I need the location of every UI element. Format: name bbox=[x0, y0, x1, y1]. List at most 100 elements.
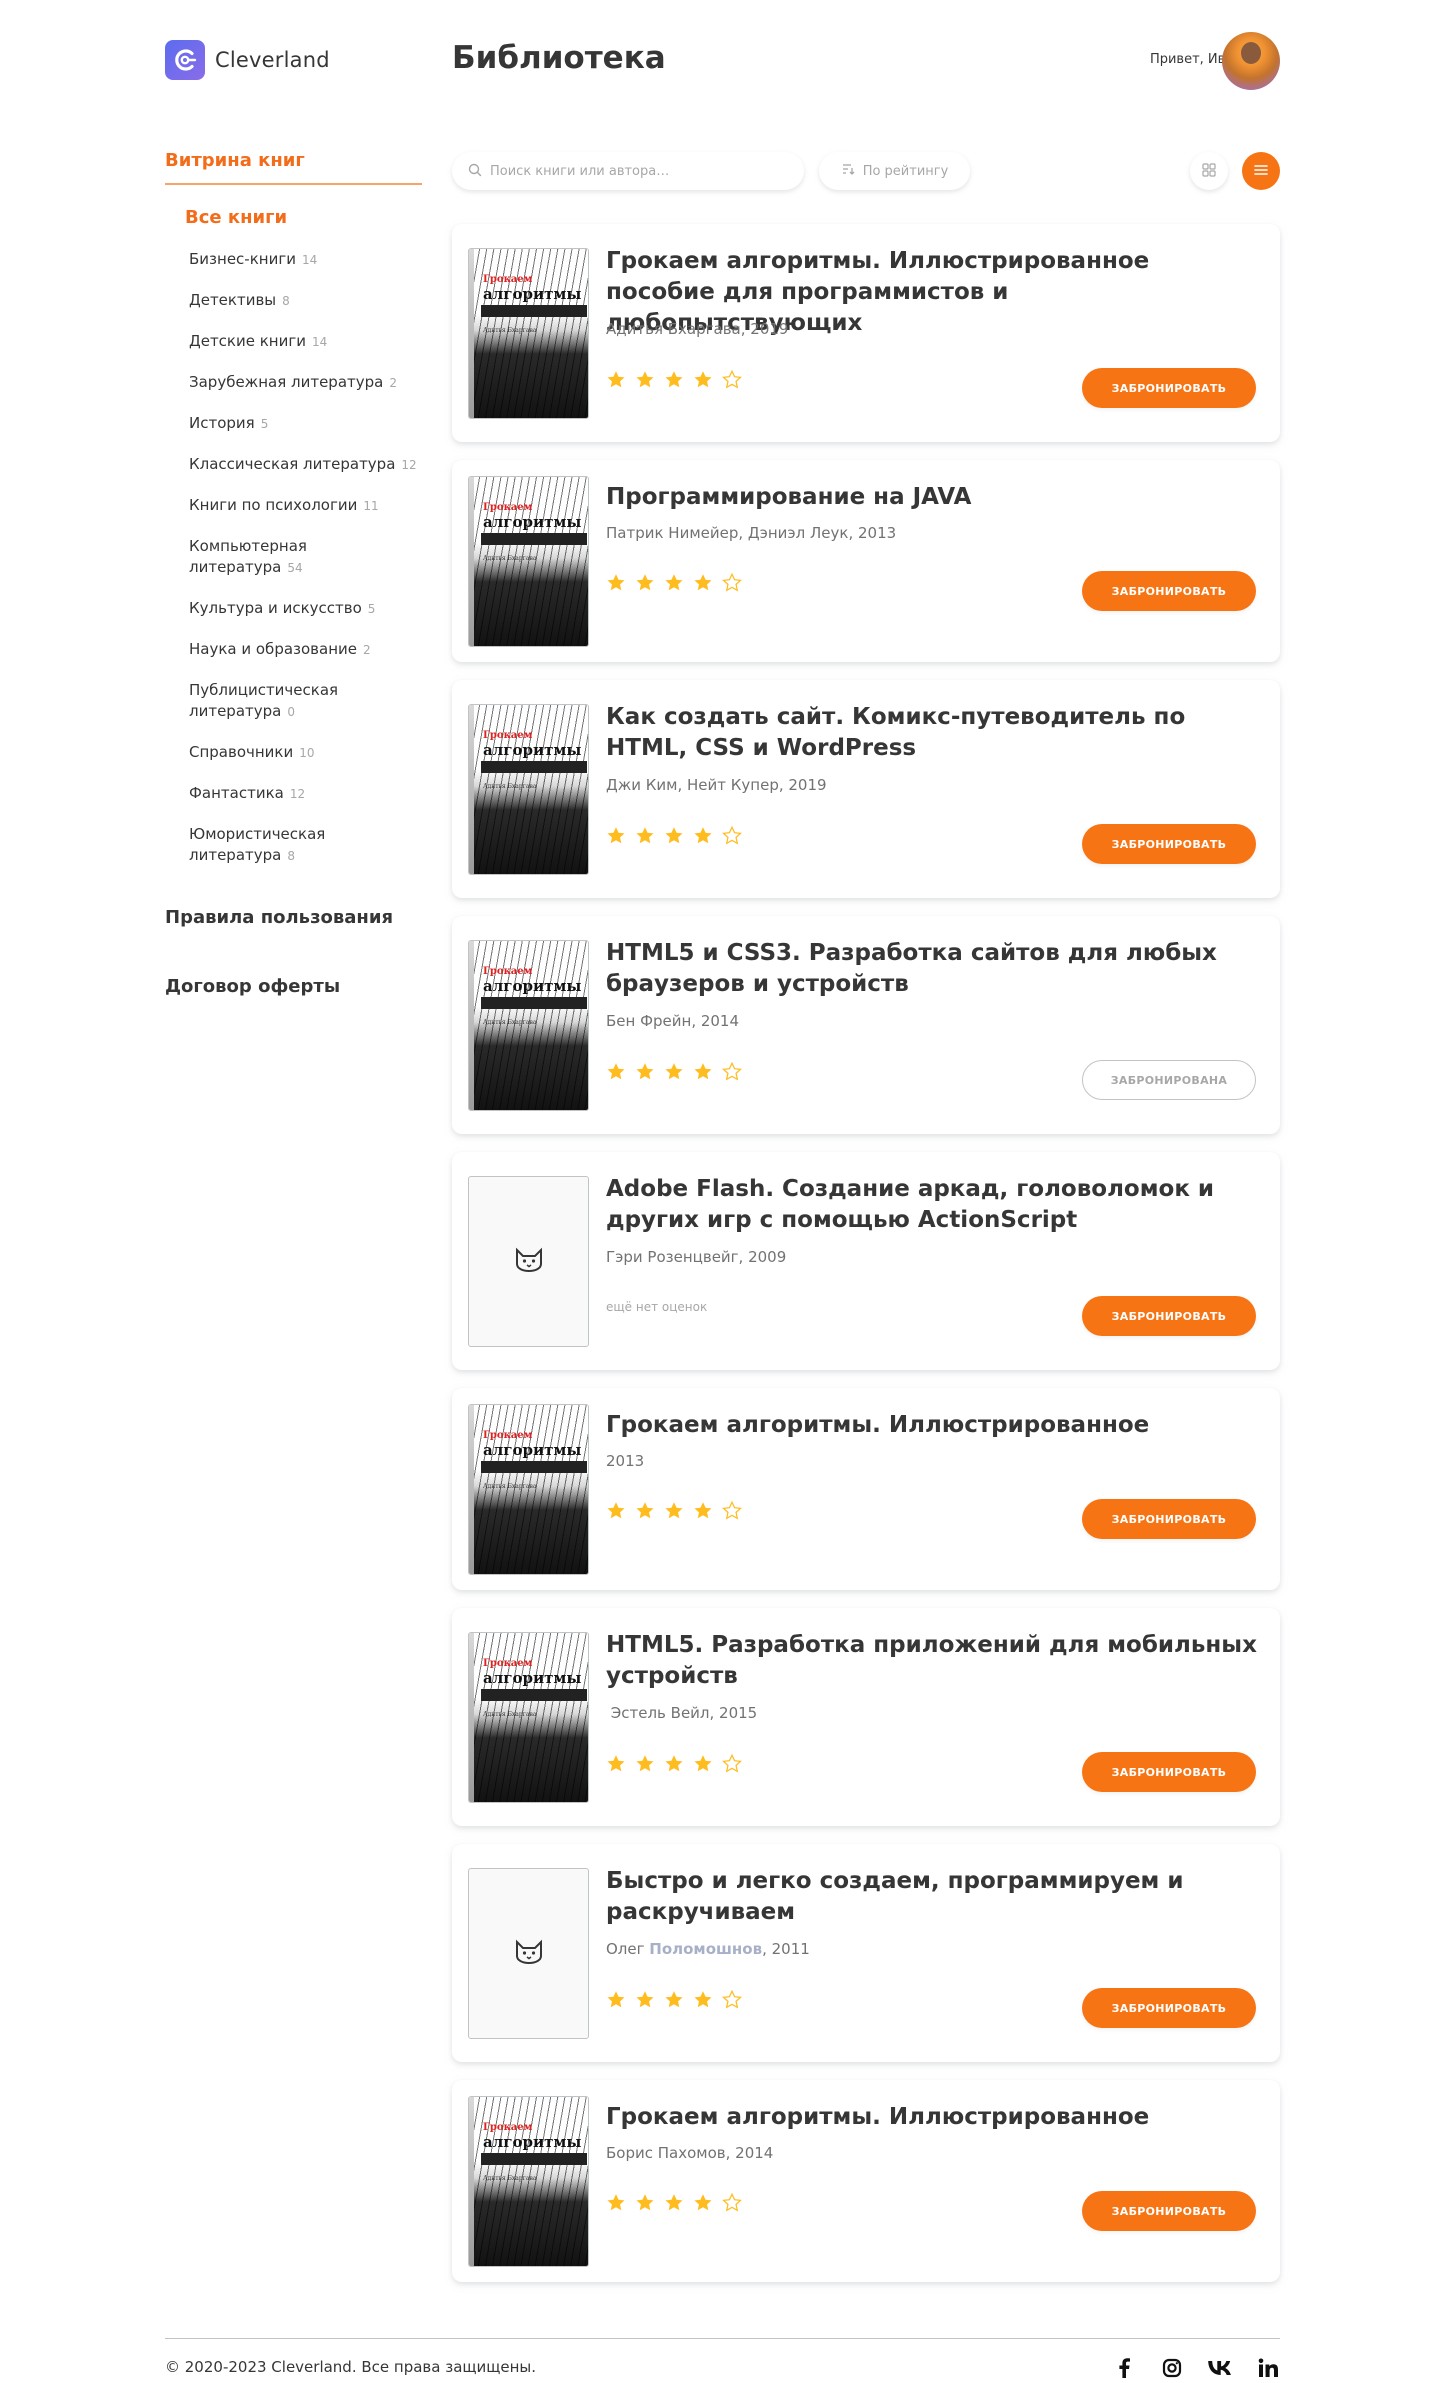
book-title: Программирование на JAVA bbox=[606, 484, 972, 510]
sort-rating-button[interactable]: По рейтингу bbox=[819, 152, 970, 190]
star-empty-icon bbox=[722, 1061, 742, 1085]
star-filled-icon bbox=[606, 1754, 626, 1777]
book-cover-image: Грокаем алгоритмы Адитья Бхаргава bbox=[468, 1404, 589, 1575]
book-reserve-button[interactable]: Забронировать bbox=[1082, 1296, 1256, 1336]
sidebar-category-item[interactable]: Зарубежная литература 2 bbox=[189, 372, 422, 394]
book-reserve-button[interactable]: Забронировать bbox=[1082, 2191, 1256, 2231]
star-filled-icon bbox=[693, 1754, 713, 1777]
vk-icon[interactable] bbox=[1208, 2356, 1232, 2380]
linkedin-icon[interactable] bbox=[1256, 2356, 1280, 2380]
category-label: Наука и образование bbox=[189, 640, 357, 658]
sort-label: По рейтингу bbox=[862, 163, 949, 179]
category-label: Публицистическая литература bbox=[189, 681, 339, 720]
book-cover-image: Грокаем алгоритмы Адитья Бхаргава bbox=[468, 1632, 589, 1803]
category-label: Фантастика bbox=[189, 784, 284, 802]
page-title: Библиотека bbox=[452, 40, 666, 76]
category-count: 12 bbox=[289, 787, 306, 801]
book-card[interactable]: Грокаем алгоритмы Адитья Бхаргава Как созда… bbox=[452, 680, 1280, 898]
logo-text: Cleverland bbox=[215, 48, 330, 72]
category-count: 2 bbox=[389, 376, 397, 390]
sidebar-item-offer[interactable]: Договор оферты bbox=[165, 976, 422, 997]
star-filled-icon bbox=[664, 826, 684, 849]
category-label: Зарубежная литература bbox=[189, 373, 384, 391]
book-title: HTML5 и CSS3. Разработка сайтов для любы… bbox=[606, 940, 1217, 997]
book-cover-placeholder bbox=[468, 1868, 589, 2039]
facebook-icon[interactable] bbox=[1112, 2356, 1136, 2380]
category-count: 0 bbox=[287, 705, 295, 719]
book-card[interactable]: Adobe Flash. Создание аркад, головоломок… bbox=[452, 1152, 1280, 1370]
category-label: Юмористическая литература bbox=[189, 825, 326, 864]
instagram-icon[interactable] bbox=[1160, 2356, 1184, 2380]
book-card[interactable]: Грокаем алгоритмы Адитья Бхаргава HTML5. Ра… bbox=[452, 1608, 1280, 1826]
book-title: HTML5. Разработка приложений для мобильн… bbox=[606, 1632, 1257, 1689]
book-title: Грокаем алгоритмы. Иллюстрированное bbox=[606, 1412, 1150, 1438]
star-filled-icon bbox=[606, 1990, 626, 2013]
book-author: Эстель Вейл, 2015 bbox=[606, 1704, 758, 1722]
sidebar-item-all-books[interactable]: Все книги bbox=[185, 207, 422, 228]
star-filled-icon bbox=[693, 2193, 713, 2216]
sidebar-category-item[interactable]: Классическая литература 12 bbox=[189, 454, 422, 476]
search-icon bbox=[468, 162, 482, 181]
book-reserve-button[interactable]: Забронировать bbox=[1082, 368, 1256, 408]
star-empty-icon bbox=[722, 1753, 742, 1777]
sidebar-item-rules[interactable]: Правила пользования bbox=[165, 907, 422, 928]
sidebar-category-item[interactable]: Компьютерная литература 54 bbox=[189, 536, 422, 579]
view-tile-button[interactable] bbox=[1190, 152, 1228, 190]
book-author: Олег Поломошнов, 2011 bbox=[606, 1940, 810, 1958]
sidebar-category-item[interactable]: Юмористическая литература 8 bbox=[189, 824, 369, 867]
book-card[interactable]: Грокаем алгоритмы Адитья Бхаргава HTML5 и C… bbox=[452, 916, 1280, 1134]
book-card[interactable]: Грокаем алгоритмы Адитья Бхаргава Программи… bbox=[452, 460, 1280, 662]
view-list-button[interactable] bbox=[1242, 152, 1280, 190]
logo[interactable]: Cleverland bbox=[165, 40, 330, 80]
book-rating bbox=[606, 1061, 742, 1085]
author-highlight: Поломошнов bbox=[649, 1940, 763, 1958]
sidebar-category-item[interactable]: Справочники 10 bbox=[189, 742, 422, 764]
book-card[interactable]: Грокаем алгоритмы Адитья Бхаргава Грокаем а… bbox=[452, 1388, 1280, 1590]
star-filled-icon bbox=[664, 370, 684, 393]
book-title: Как создать сайт. Комикс-путеводитель по… bbox=[606, 704, 1186, 761]
book-cover-image: Грокаем алгоритмы Адитья Бхаргава bbox=[468, 704, 589, 875]
star-filled-icon bbox=[693, 370, 713, 393]
social-links bbox=[1112, 2356, 1280, 2380]
book-reserve-button[interactable]: Забронировать bbox=[1082, 1499, 1256, 1539]
book-author: Гэри Розенцвейг, 2009 bbox=[606, 1248, 787, 1266]
star-filled-icon bbox=[635, 1062, 655, 1085]
book-cover-image: Грокаем алгоритмы Адитья Бхаргава bbox=[468, 476, 589, 647]
book-card[interactable]: Грокаем алгоритмы Адитья Бхаргава Грокаем а… bbox=[452, 2080, 1280, 2282]
search-input[interactable] bbox=[490, 163, 770, 179]
sidebar-category-item[interactable]: Наука и образование 2 bbox=[189, 639, 422, 661]
category-count: 54 bbox=[287, 561, 303, 575]
list-icon bbox=[1253, 162, 1269, 181]
book-reserve-button[interactable]: Забронировать bbox=[1082, 571, 1256, 611]
sidebar-category-item[interactable]: Бизнес-книги 14 bbox=[189, 249, 422, 271]
sidebar-category-item[interactable]: История 5 bbox=[189, 413, 422, 435]
no-rating-text: ещё нет оценок bbox=[606, 1300, 708, 1314]
sidebar-category-item[interactable]: Книги по психологии 11 bbox=[189, 495, 422, 517]
header: Cleverland Библиотека Привет, Иван! bbox=[0, 0, 1440, 124]
sidebar-category-item[interactable]: Фантастика 12 bbox=[189, 783, 422, 805]
star-filled-icon bbox=[606, 826, 626, 849]
sidebar-showcase-toggle[interactable]: Витрина книг bbox=[165, 150, 422, 185]
star-filled-icon bbox=[635, 370, 655, 393]
category-list: Бизнес-книги 14 Детективы 8 Детские книги 14 З… bbox=[189, 249, 422, 867]
book-reserve-button[interactable]: Забронировать bbox=[1082, 824, 1256, 864]
star-filled-icon bbox=[606, 1501, 626, 1524]
book-card[interactable]: Грокаем алгоритмы Адитья Бхаргава Грокаем а… bbox=[452, 224, 1280, 442]
book-rating bbox=[606, 369, 742, 393]
book-card[interactable]: Быстро и легко создаем, программируем и … bbox=[452, 1844, 1280, 2062]
book-reserve-button[interactable]: Забронировать bbox=[1082, 1752, 1256, 1792]
sidebar-category-item[interactable]: Культура и искусство 5 bbox=[189, 598, 422, 620]
sidebar-category-item[interactable]: Детективы 8 bbox=[189, 290, 422, 312]
author-prefix: Олег bbox=[606, 1940, 650, 1958]
book-rating bbox=[606, 572, 742, 596]
footer-divider bbox=[165, 2338, 1280, 2339]
book-reserve-button[interactable]: Забронировать bbox=[1082, 1988, 1256, 2028]
avatar[interactable] bbox=[1222, 32, 1280, 90]
star-empty-icon bbox=[722, 1989, 742, 2013]
book-author: Борис Пахомов, 2014 bbox=[606, 2144, 774, 2162]
sidebar-category-item[interactable]: Детские книги 14 bbox=[189, 331, 422, 353]
booked-button[interactable]: Забронирована bbox=[1082, 1060, 1256, 1100]
grid-icon bbox=[1202, 162, 1216, 181]
sidebar-category-item[interactable]: Публицистическая литература 0 bbox=[189, 680, 369, 723]
category-label: Классическая литература bbox=[189, 455, 396, 473]
